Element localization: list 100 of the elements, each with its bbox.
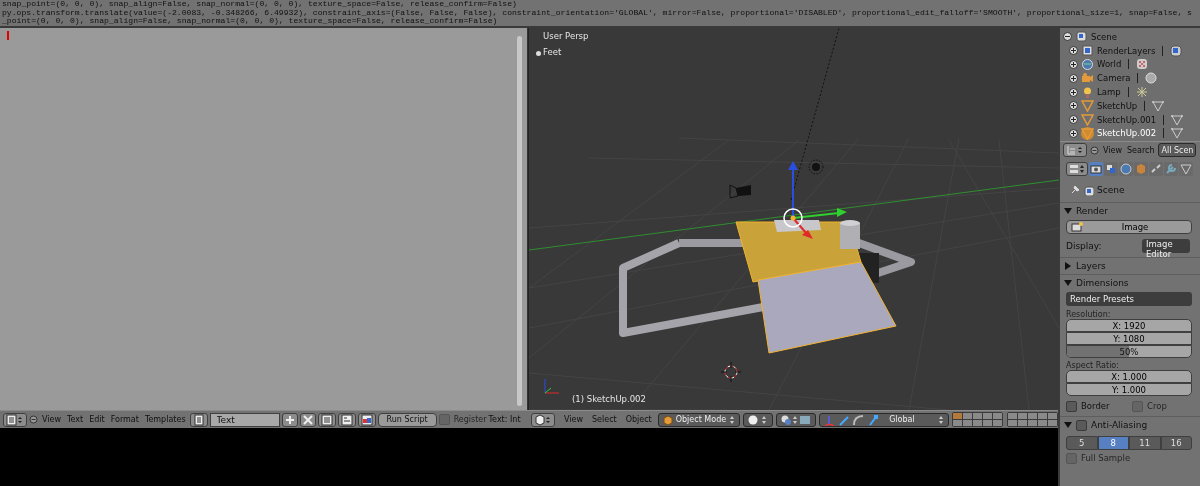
expand-toggle-icon[interactable] bbox=[1069, 60, 1078, 69]
panel-title[interactable]: Render bbox=[1076, 206, 1109, 216]
panel-checkbox[interactable] bbox=[1076, 419, 1087, 431]
layer-buttons[interactable] bbox=[951, 412, 1003, 427]
panel-title[interactable]: Anti-Aliasing bbox=[1091, 420, 1148, 430]
menu-item[interactable]: Edit bbox=[87, 415, 107, 424]
option-checkbox[interactable] bbox=[1066, 400, 1077, 412]
dot-icon bbox=[536, 51, 541, 56]
camera-icon bbox=[1081, 71, 1094, 85]
menu-item[interactable]: View bbox=[1102, 145, 1123, 155]
outliner-item[interactable]: Scene bbox=[1091, 31, 1117, 42]
mesh-icon bbox=[1081, 126, 1094, 140]
sample-count-option[interactable]: 11 bbox=[1129, 436, 1161, 450]
collapse-icon[interactable] bbox=[1090, 145, 1099, 155]
editor-type-button[interactable] bbox=[1063, 143, 1087, 157]
expand-toggle-icon[interactable] bbox=[1069, 115, 1078, 125]
outliner-item[interactable]: Lamp bbox=[1097, 87, 1121, 98]
menu-item[interactable]: Templates bbox=[142, 415, 188, 424]
option-label: Border bbox=[1081, 401, 1110, 411]
expand-toggle-icon[interactable] bbox=[1069, 87, 1078, 97]
menu-item[interactable]: Object bbox=[622, 415, 655, 424]
3d-scene-drawing[interactable] bbox=[529, 28, 1059, 410]
add-icon[interactable] bbox=[281, 412, 298, 427]
render-image-button[interactable]: Image bbox=[1066, 220, 1192, 234]
scrollbar[interactable] bbox=[517, 36, 522, 406]
sample-count-option[interactable]: 16 bbox=[1160, 436, 1192, 450]
lamp-data-icon[interactable] bbox=[1135, 86, 1148, 99]
expand-toggle-icon[interactable] bbox=[1069, 73, 1078, 83]
editor-type-button[interactable] bbox=[1066, 162, 1088, 176]
expand-toggle-icon[interactable] bbox=[1069, 101, 1078, 111]
shading-dropdown[interactable] bbox=[743, 412, 774, 427]
aspect-x-field[interactable]: X: 1.000 bbox=[1066, 370, 1192, 383]
collapsed-triangle-icon[interactable] bbox=[1064, 262, 1072, 270]
run-script-button[interactable]: Run Script bbox=[377, 412, 437, 427]
world-data-icon[interactable] bbox=[1136, 58, 1149, 71]
text-browse-button[interactable] bbox=[189, 412, 208, 427]
line-numbers-button[interactable] bbox=[317, 412, 336, 427]
resolution-y-field[interactable]: Y: 1080 bbox=[1066, 332, 1192, 345]
aspect-y-field[interactable]: Y: 1.000 bbox=[1066, 383, 1192, 396]
editor-type-button[interactable] bbox=[531, 412, 555, 427]
mesh-data-icon[interactable] bbox=[1152, 99, 1165, 112]
outliner-item[interactable]: World bbox=[1097, 59, 1122, 70]
outliner-item[interactable]: SketchUp.002 bbox=[1097, 128, 1157, 139]
resolution-percentage-slider[interactable]: 50% bbox=[1066, 345, 1192, 358]
manipulator-toggles[interactable]: Global bbox=[819, 412, 949, 427]
log-line: _point=(0, 0, 0), snap_align=False, snap_normal=(0, 0, 0), texture_space=False, release_confirm=False) bbox=[2, 17, 499, 26]
menu-item[interactable]: Search bbox=[1126, 145, 1156, 155]
expanded-triangle-icon[interactable] bbox=[1064, 421, 1072, 429]
mesh-icon bbox=[1081, 113, 1094, 127]
menu-item[interactable]: Select bbox=[589, 415, 620, 424]
menu-item[interactable]: Text bbox=[65, 415, 86, 424]
world-icon bbox=[1081, 58, 1094, 71]
option-label: Crop bbox=[1147, 401, 1167, 411]
context-label: Scene bbox=[1097, 185, 1125, 195]
outliner-item[interactable]: SketchUp bbox=[1097, 100, 1138, 111]
units-label: Feet bbox=[543, 47, 562, 57]
expand-toggle-icon[interactable] bbox=[1069, 128, 1078, 138]
resolution-label: Resolution: bbox=[1066, 309, 1112, 319]
word-wrap-button[interactable] bbox=[337, 412, 356, 427]
outliner-item[interactable]: SketchUp.001 bbox=[1097, 114, 1157, 125]
text-status: Text: Int bbox=[488, 415, 521, 424]
collapse-icon[interactable] bbox=[29, 415, 38, 424]
mesh-data-icon[interactable] bbox=[1171, 127, 1184, 140]
scene-icon bbox=[1083, 184, 1094, 196]
full-sample-label: Full Sample bbox=[1081, 453, 1131, 463]
mode-dropdown[interactable]: Object Mode bbox=[657, 412, 741, 427]
expand-toggle-icon[interactable] bbox=[1069, 46, 1078, 56]
editor-type-button[interactable] bbox=[3, 412, 27, 427]
expanded-triangle-icon[interactable] bbox=[1064, 207, 1072, 215]
resolution-x-field[interactable]: X: 1920 bbox=[1066, 319, 1192, 332]
panel-title[interactable]: Layers bbox=[1076, 261, 1106, 271]
pivot-dropdown[interactable] bbox=[776, 412, 817, 427]
updown-arrows-icon bbox=[729, 414, 736, 425]
scene-icon bbox=[1075, 30, 1088, 44]
menu-item[interactable]: View bbox=[561, 415, 586, 424]
outliner-item[interactable]: Camera bbox=[1097, 73, 1131, 84]
image-icon bbox=[1071, 222, 1083, 232]
text-name-field[interactable]: Text bbox=[209, 412, 280, 427]
expanded-triangle-icon[interactable] bbox=[1064, 279, 1072, 287]
render-presets-dropdown[interactable]: Render Presets bbox=[1066, 292, 1192, 306]
close-icon[interactable] bbox=[299, 412, 316, 427]
syntax-highlight-button[interactable] bbox=[357, 412, 376, 427]
display-mode-dropdown[interactable]: All Scen bbox=[1158, 143, 1197, 157]
outliner-item[interactable]: RenderLayers bbox=[1097, 45, 1156, 56]
pin-icon[interactable] bbox=[1070, 185, 1080, 195]
sample-count-option[interactable]: 8 bbox=[1097, 436, 1129, 450]
menu-item[interactable]: View bbox=[40, 415, 63, 424]
expand-toggle-icon[interactable] bbox=[1063, 32, 1072, 42]
menu-item[interactable]: Format bbox=[108, 415, 141, 424]
renderlayers-data-icon[interactable] bbox=[1170, 44, 1183, 57]
aspect-ratio-label: Aspect Ratio: bbox=[1066, 360, 1120, 370]
layer-buttons[interactable] bbox=[1006, 412, 1058, 427]
mesh-data-icon[interactable] bbox=[1171, 113, 1184, 126]
cube-icon bbox=[662, 414, 673, 425]
renderlayers-icon bbox=[1081, 44, 1094, 58]
sample-count-option[interactable]: 5 bbox=[1066, 436, 1098, 450]
camera-data-icon[interactable] bbox=[1145, 72, 1158, 85]
display-label: Display: bbox=[1066, 241, 1102, 251]
updown-arrows-icon bbox=[937, 414, 944, 425]
panel-title[interactable]: Dimensions bbox=[1076, 278, 1129, 288]
